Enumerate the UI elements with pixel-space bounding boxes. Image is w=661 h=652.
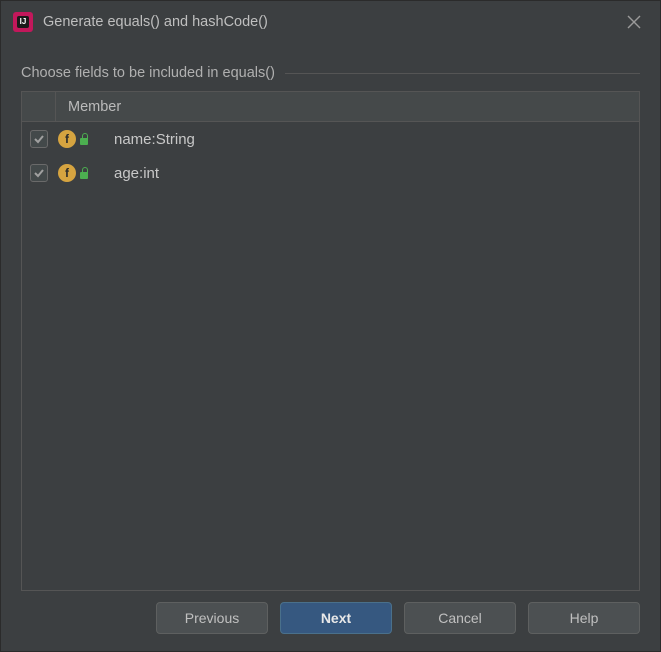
field-icon: f — [58, 130, 76, 148]
dialog-footer: Previous Next Cancel Help — [1, 599, 660, 651]
include-checkbox[interactable] — [30, 130, 48, 148]
section-label-text: Choose fields to be included in equals() — [21, 65, 275, 81]
check-icon — [33, 167, 45, 179]
section-label: Choose fields to be included in equals() — [21, 65, 640, 81]
dialog-title: Generate equals() and hashCode() — [43, 14, 610, 30]
check-icon — [33, 133, 45, 145]
close-button[interactable] — [620, 8, 648, 36]
member-table: Member f name:String — [21, 91, 640, 591]
member-label: age:int — [114, 165, 159, 182]
previous-button[interactable]: Previous — [156, 602, 268, 634]
help-button[interactable]: Help — [528, 602, 640, 634]
dialog-content: Choose fields to be included in equals()… — [1, 43, 660, 599]
visibility-icon — [80, 167, 90, 179]
cancel-button[interactable]: Cancel — [404, 602, 516, 634]
table-header: Member — [22, 92, 639, 122]
titlebar: IJ Generate equals() and hashCode() — [1, 1, 660, 43]
next-button[interactable]: Next — [280, 602, 392, 634]
visibility-icon — [80, 133, 90, 145]
table-row[interactable]: f name:String — [22, 122, 639, 156]
table-body[interactable]: f name:String f age:int — [22, 122, 639, 590]
member-column-header: Member — [56, 99, 121, 115]
close-icon — [627, 15, 641, 29]
include-checkbox[interactable] — [30, 164, 48, 182]
member-label: name:String — [114, 131, 195, 148]
checkbox-column-header — [22, 92, 56, 121]
generate-equals-hashcode-dialog: IJ Generate equals() and hashCode() Choo… — [0, 0, 661, 652]
table-row[interactable]: f age:int — [22, 156, 639, 190]
section-divider — [285, 73, 640, 74]
field-icon: f — [58, 164, 76, 182]
intellij-icon: IJ — [13, 12, 33, 32]
